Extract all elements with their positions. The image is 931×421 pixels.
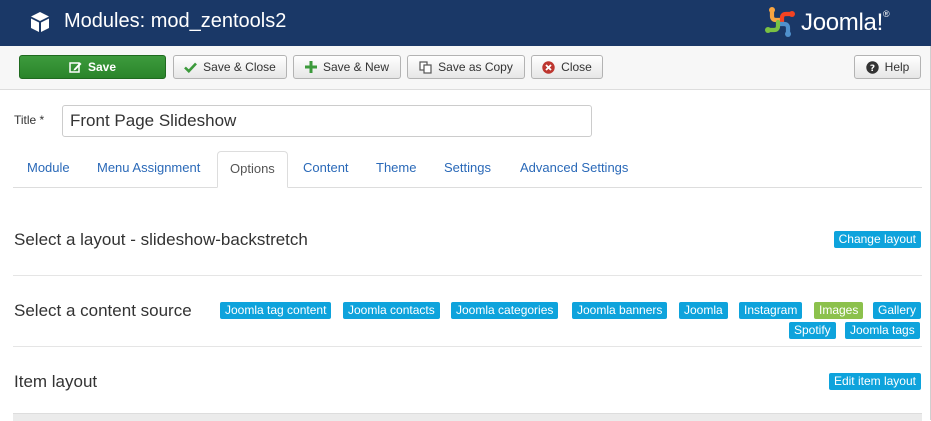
- close-button[interactable]: Close: [531, 55, 603, 79]
- save-as-copy-button[interactable]: Save as Copy: [407, 55, 525, 79]
- tab-bar: Module Menu Assignment Options Content T…: [13, 151, 922, 188]
- question-circle-icon: ?: [865, 60, 879, 74]
- item-layout-section-title: Item layout: [14, 372, 98, 391]
- change-layout-button[interactable]: Change layout: [833, 231, 921, 248]
- help-button[interactable]: ? Help: [854, 55, 921, 79]
- edit-item-layout-button[interactable]: Edit item layout: [828, 373, 921, 390]
- edit-icon: [69, 62, 82, 73]
- tab-menu-assignment[interactable]: Menu Assignment: [97, 151, 200, 187]
- tab-options[interactable]: Options: [217, 151, 288, 188]
- save-close-label: Save & Close: [203, 60, 276, 74]
- source-images[interactable]: Images: [814, 302, 864, 319]
- tab-settings[interactable]: Settings: [444, 151, 491, 187]
- close-label: Close: [561, 60, 592, 74]
- save-new-button[interactable]: Save & New: [293, 55, 401, 79]
- copy-icon: [419, 60, 432, 74]
- save-as-copy-label: Save as Copy: [438, 60, 513, 74]
- source-joomla-banners[interactable]: Joomla banners: [572, 302, 668, 319]
- page-header: Modules: mod_zentools2 Joomla!®: [0, 0, 931, 46]
- close-circle-icon: [542, 60, 555, 74]
- source-joomla-tags[interactable]: Joomla tags: [845, 322, 920, 339]
- help-label: Help: [884, 60, 910, 74]
- source-joomla-categories[interactable]: Joomla categories: [451, 302, 559, 319]
- source-joomla-contacts[interactable]: Joomla contacts: [343, 302, 440, 319]
- layout-section-title: Select a layout - slideshow-backstretch: [14, 230, 308, 249]
- source-gallery[interactable]: Gallery: [873, 302, 922, 319]
- save-button[interactable]: Save: [19, 55, 166, 79]
- section-divider: [13, 346, 922, 347]
- svg-text:?: ?: [870, 64, 875, 74]
- save-label: Save: [87, 60, 117, 74]
- content-source-section-title: Select a content source: [14, 301, 192, 320]
- source-joomla-tag-content[interactable]: Joomla tag content: [220, 302, 332, 319]
- check-icon: [184, 62, 198, 73]
- tab-theme[interactable]: Theme: [376, 151, 416, 187]
- cube-icon: [31, 12, 49, 32]
- toolbar: Save Save & Close Save & New Save as Cop…: [0, 46, 931, 90]
- title-input[interactable]: [62, 105, 592, 137]
- title-label: Title *: [14, 113, 45, 127]
- tab-module[interactable]: Module: [27, 151, 70, 187]
- save-new-label: Save & New: [322, 60, 390, 74]
- page-title: Modules: mod_zentools2: [64, 10, 287, 32]
- save-close-button[interactable]: Save & Close: [173, 55, 287, 79]
- source-spotify[interactable]: Spotify: [789, 322, 836, 339]
- joomla-logo-text: Joomla!®: [801, 9, 890, 36]
- plus-icon: [304, 61, 317, 73]
- joomla-logo-icon: [765, 7, 795, 37]
- tab-advanced-settings[interactable]: Advanced Settings: [520, 151, 628, 187]
- source-joomla[interactable]: Joomla: [679, 302, 728, 319]
- source-instagram[interactable]: Instagram: [739, 302, 803, 319]
- section-divider: [13, 275, 922, 276]
- tab-content[interactable]: Content: [303, 151, 349, 187]
